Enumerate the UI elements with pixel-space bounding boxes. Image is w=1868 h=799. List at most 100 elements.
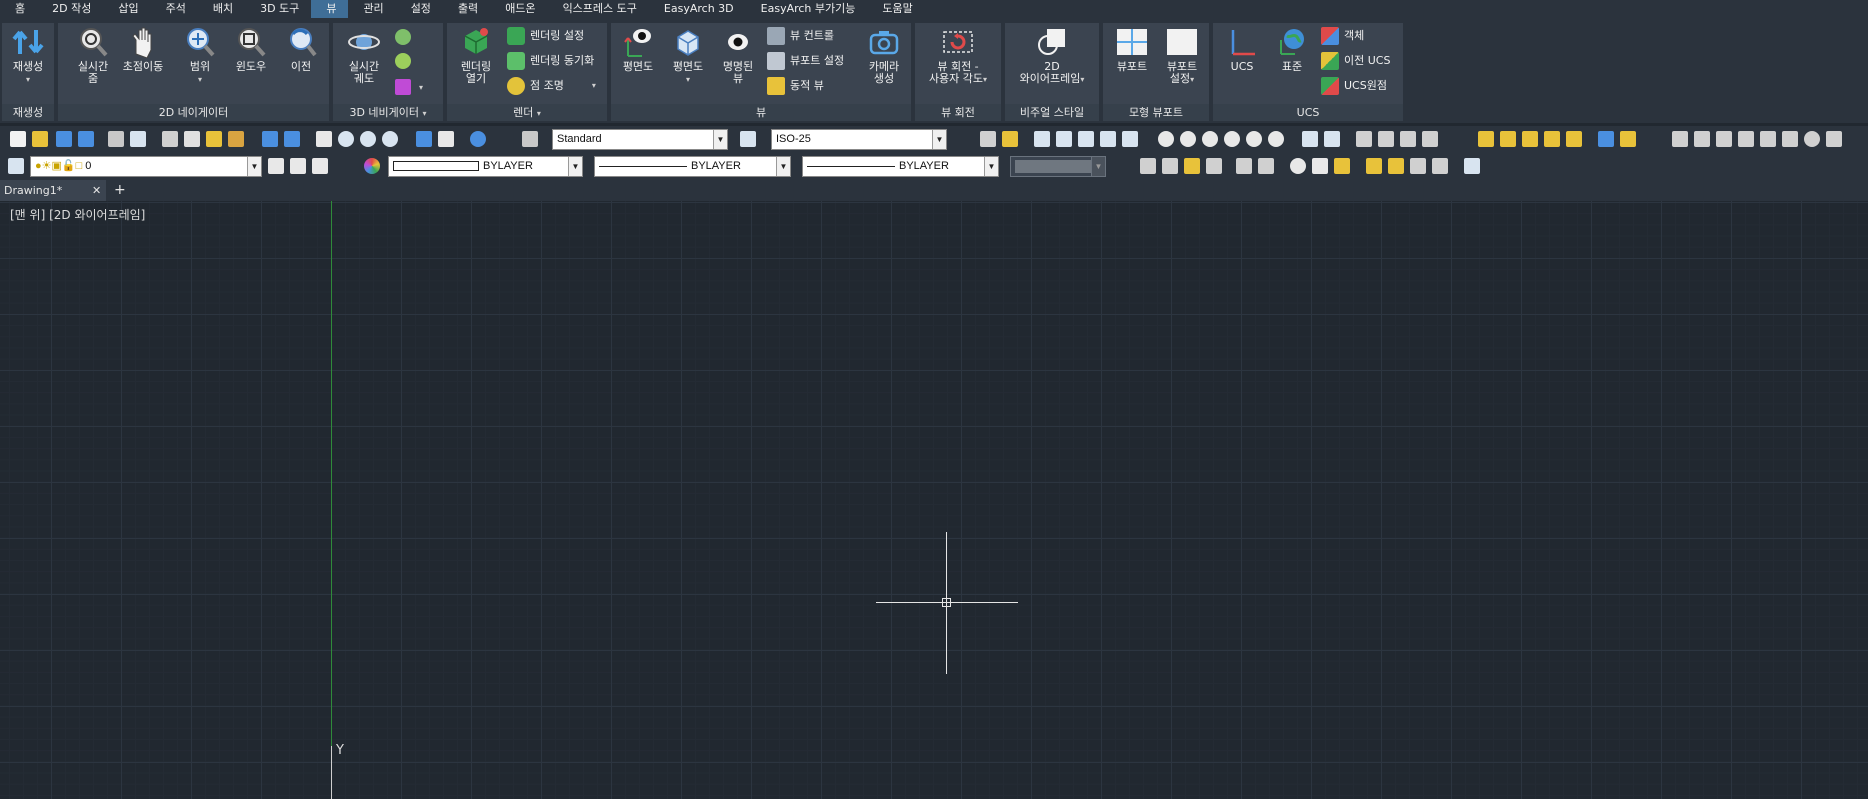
copy-icon[interactable] [184,131,200,147]
trim-icon[interactable] [1184,158,1200,174]
text-style-select[interactable]: Standard ▼ [552,129,728,150]
arc-icon[interactable] [1782,131,1798,147]
render-open-button[interactable]: 렌더링 열기 [449,26,503,85]
elevation-view-button[interactable]: 평면도 ▾ [661,26,715,86]
jogged-linear-icon[interactable] [1356,131,1372,147]
extend-icon[interactable] [1206,158,1222,174]
polygon-icon[interactable] [1738,131,1754,147]
dim-text-edit-icon[interactable] [1400,131,1416,147]
viewport-controls[interactable]: [맨 위] [2D 와이어프레임] [10,206,145,223]
dim-space-icon[interactable] [1224,131,1240,147]
help-icon[interactable] [470,131,486,147]
circle-icon[interactable] [1804,131,1820,147]
dim-radius-icon[interactable] [1078,131,1094,147]
dim-update-icon[interactable] [1422,131,1438,147]
frame-icon[interactable] [1410,158,1426,174]
dim-diameter-icon[interactable] [1100,131,1116,147]
ucs-button[interactable]: UCS [1215,26,1269,73]
dim-arc-icon[interactable] [1034,131,1050,147]
dim-quick-icon[interactable] [1158,131,1174,147]
open-file-icon[interactable] [32,131,48,147]
redo-icon[interactable] [284,131,300,147]
dim-linear-icon[interactable] [980,131,996,147]
paste-icon[interactable] [206,131,222,147]
line-icon[interactable] [1672,131,1688,147]
camera-create-button[interactable]: 카메라 생성 [857,26,911,85]
color-wheel-icon[interactable] [364,158,380,174]
multileader-add-icon[interactable] [1500,131,1516,147]
menu-tab-1[interactable]: 2D 작성 [37,0,103,18]
menu-tab-6[interactable]: 뷰 [311,0,349,18]
construction-line-icon[interactable] [1694,131,1710,147]
hatch-icon[interactable] [1432,158,1448,174]
undo-icon[interactable] [262,131,278,147]
save-as-icon[interactable] [78,131,94,147]
visual-style-button[interactable]: 2D 와이어프레임▾ [1007,26,1097,86]
multileader-remove-icon[interactable] [1522,131,1538,147]
snap-icon[interactable] [1290,158,1306,174]
match-properties-icon[interactable] [228,131,244,147]
multileader-align-icon[interactable] [1544,131,1560,147]
close-icon[interactable]: ✕ [92,180,101,201]
orbit-constrained-icon[interactable] [395,29,411,45]
menu-tab-4[interactable]: 배치 [198,0,245,18]
cut-icon[interactable] [162,131,178,147]
print-icon[interactable] [108,131,124,147]
ucs-origin-button[interactable]: UCS원점 [1321,75,1387,97]
new-tab-button[interactable]: + [114,180,126,201]
linetype-select[interactable]: BYLAYER ▼ [594,156,791,177]
orbit-continuous-icon[interactable] [395,79,411,95]
zoom-window-small-icon[interactable] [360,131,376,147]
ucs-object-button[interactable]: 객체 [1321,25,1364,47]
menu-tab-11[interactable]: 익스프레스 도구 [548,0,649,18]
dim-break-icon[interactable] [1246,131,1262,147]
render-settings-button[interactable]: 렌더링 설정 [507,25,584,47]
view-control-button[interactable]: 뷰 컨트롤 [767,25,834,47]
panel-title-render[interactable]: 렌더 ▾ [447,104,607,121]
menu-tab-8[interactable]: 설정 [396,0,443,18]
center-mark-icon[interactable] [1302,131,1318,147]
menu-tab-9[interactable]: 출력 [443,0,490,18]
color-select[interactable]: BYLAYER ▼ [388,156,583,177]
multileader-icon[interactable] [1478,131,1494,147]
panel-title-3d-navigator[interactable]: 3D 네비게이터 ▾ [333,104,443,121]
named-view-button[interactable]: 명명된 뷰 [711,26,765,85]
render-sync-button[interactable]: 렌더링 동기화 [507,50,594,72]
print-preview-icon[interactable] [130,131,146,147]
dim-aligned-icon[interactable] [1002,131,1018,147]
multileader-collect-icon[interactable] [1566,131,1582,147]
realtime-orbit-button[interactable]: 실시간 궤도 [337,26,391,85]
menu-tab-5[interactable]: 3D 도구 [245,0,311,18]
pan-small-icon[interactable] [316,131,332,147]
regen-small-icon[interactable] [416,131,432,147]
rectangle-icon[interactable] [1760,131,1776,147]
orbit-dropdown-icon[interactable]: ▾ [419,83,423,92]
drawing-canvas[interactable]: [맨 위] [2D 와이어프레임] Y [0,201,1868,799]
menu-tab-13[interactable]: EasyArch 부가기능 [746,0,868,18]
regen-button[interactable]: 재생성 ▾ [2,26,54,86]
orbit-free-icon[interactable] [395,53,411,69]
menu-tab-14[interactable]: 도움말 [867,0,924,18]
dim-angular-icon[interactable] [1122,131,1138,147]
viewport-button[interactable]: 뷰포트 [1105,26,1159,73]
layer-select[interactable]: ●☀▣🔓□ 0 ▼ [30,156,262,177]
pan-button[interactable]: 초점이동 [116,26,170,73]
zoom-extents-button[interactable]: 범위 ▾ [173,26,227,86]
tolerance-icon[interactable] [1268,131,1284,147]
insert-icon[interactable] [1620,131,1636,147]
lineweight-select[interactable]: BYLAYER ▼ [802,156,999,177]
table-style-icon[interactable] [1388,158,1404,174]
zoom-previous-small-icon[interactable] [382,131,398,147]
highlight-icon[interactable] [1334,158,1350,174]
dim-continue-icon[interactable] [1202,131,1218,147]
text-style-icon[interactable] [522,131,538,147]
menu-tab-10[interactable]: 애드온 [490,0,547,18]
layer-manager-icon[interactable] [8,158,24,174]
zoom-window-button[interactable]: 윈도우 [224,26,278,73]
layer-previous-icon[interactable] [290,158,306,174]
polyline-icon[interactable] [1716,131,1732,147]
menu-tab-0[interactable]: 홈 [0,0,37,18]
layer-state-icon[interactable] [312,158,328,174]
table-icon[interactable] [1366,158,1382,174]
properties-icon[interactable] [438,131,454,147]
